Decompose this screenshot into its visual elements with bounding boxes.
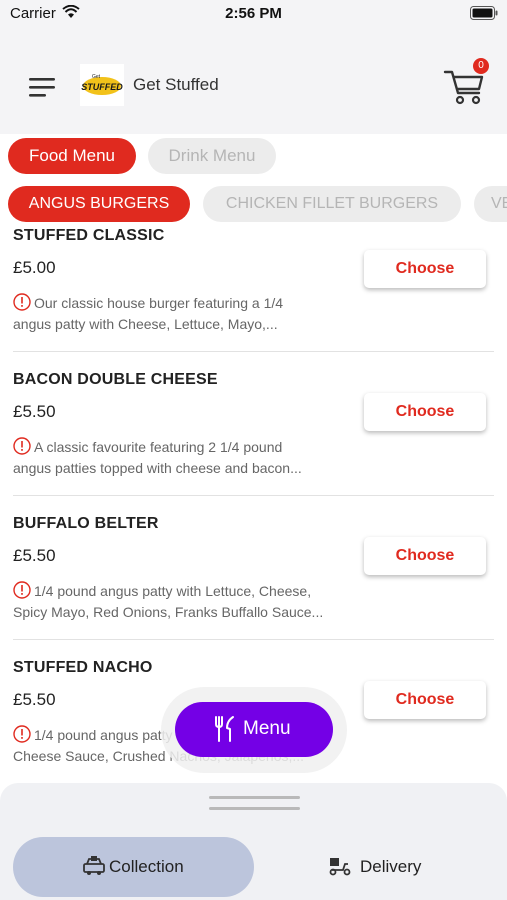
choose-button[interactable]: Choose — [364, 681, 486, 719]
status-time: 2:56 PM — [225, 5, 282, 22]
item-divider — [13, 639, 494, 640]
collection-icon — [83, 856, 105, 875]
app-screen: Carrier 2:56 PM STUFFED Get Get Stuffed … — [0, 0, 507, 900]
item-name: STUFFED NACHO — [13, 659, 153, 676]
delivery-button[interactable]: Delivery — [262, 837, 494, 897]
menu-fab-button[interactable]: Menu — [175, 702, 333, 757]
item-price: £5.50 — [13, 546, 56, 565]
item-divider — [13, 351, 494, 352]
item-divider — [13, 495, 494, 496]
item-price: £5.50 — [13, 690, 56, 709]
collection-label: Collection — [109, 857, 184, 876]
item-desc-line2: angus patties topped with cheese and bac… — [13, 460, 302, 476]
app-header: STUFFED Get Get Stuffed 0 — [0, 30, 507, 134]
item-price: £5.00 — [13, 258, 56, 277]
fork-knife-icon — [215, 716, 234, 742]
choose-button[interactable]: Choose — [364, 393, 486, 431]
status-bar: Carrier 2:56 PM — [0, 0, 507, 30]
menu-fab-label: Menu — [243, 718, 291, 739]
item-description: Our classic house burger featuring a 1/4… — [13, 293, 333, 335]
order-mode-sheet: Collection Delivery — [0, 783, 507, 900]
svg-text:STUFFED: STUFFED — [81, 82, 123, 92]
item-name: BUFFALO BELTER — [13, 515, 159, 532]
item-description: A classic favourite featuring 2 1/4 poun… — [13, 437, 333, 479]
item-desc-line1: Our classic house burger featuring a 1/4 — [34, 295, 284, 311]
cart-count-badge: 0 — [473, 58, 489, 74]
category-ve[interactable]: VE — [474, 186, 507, 222]
collection-button[interactable]: Collection — [13, 837, 254, 897]
info-icon[interactable] — [13, 437, 31, 455]
item-desc-line1: A classic favourite featuring 2 1/4 poun… — [34, 439, 283, 455]
tab-drink-menu[interactable]: Drink Menu — [148, 138, 276, 174]
sheet-handle[interactable] — [209, 796, 300, 799]
brand-logo: STUFFED Get — [80, 64, 124, 106]
info-icon[interactable] — [13, 581, 31, 599]
item-desc-line1: 1/4 pound angus patty — [34, 727, 173, 743]
item-desc-line2: angus patty with Cheese, Lettuce, Mayo,.… — [13, 316, 278, 332]
item-name: BACON DOUBLE CHEESE — [13, 371, 218, 388]
category-chicken-fillet-burgers[interactable]: CHICKEN FILLET BURGERS — [203, 186, 461, 222]
choose-button[interactable]: Choose — [364, 537, 486, 575]
item-price: £5.50 — [13, 402, 56, 421]
choose-button[interactable]: Choose — [364, 250, 486, 288]
app-title: Get Stuffed — [133, 75, 219, 94]
item-description: 1/4 pound angus patty with Lettuce, Chee… — [13, 581, 333, 623]
battery-icon — [470, 6, 498, 20]
tab-food-menu[interactable]: Food Menu — [8, 138, 136, 174]
info-icon[interactable] — [13, 725, 31, 743]
item-name: STUFFED CLASSIC — [13, 227, 165, 244]
delivery-label: Delivery — [360, 857, 422, 876]
category-angus-burgers[interactable]: ANGUS BURGERS — [8, 186, 190, 222]
item-desc-line1: 1/4 pound angus patty with Lettuce, Chee… — [34, 583, 312, 599]
info-icon[interactable] — [13, 293, 31, 311]
svg-text:Get: Get — [92, 74, 101, 80]
sheet-handle[interactable] — [209, 807, 300, 810]
item-desc-line2: Spicy Mayo, Red Onions, Franks Buffallo … — [13, 604, 324, 620]
hamburger-menu-icon[interactable] — [28, 76, 58, 100]
delivery-scooter-icon — [329, 858, 351, 876]
